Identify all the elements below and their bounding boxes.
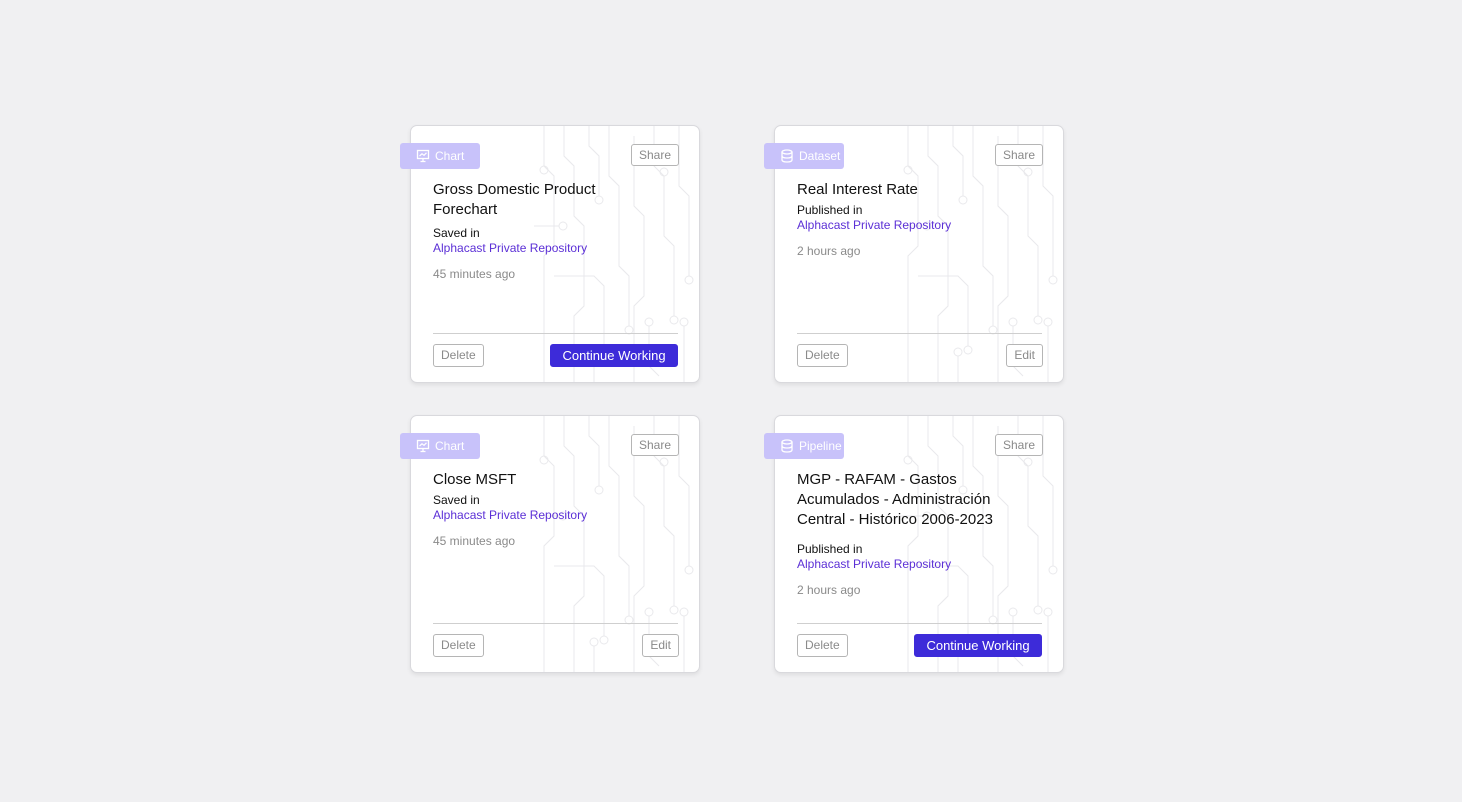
database-icon	[781, 149, 793, 163]
timestamp: 2 hours ago	[797, 583, 861, 597]
project-card[interactable]: Dataset Share Real Interest Rate Publish…	[764, 125, 1064, 383]
card-title[interactable]: Gross Domestic Product Forechart	[433, 180, 633, 220]
timestamp: 45 minutes ago	[433, 267, 516, 281]
card-title[interactable]: Close MSFT	[433, 470, 633, 490]
status-label: Saved in	[433, 493, 480, 507]
type-label: Chart	[435, 439, 465, 453]
continue-working-button[interactable]: Continue Working	[914, 634, 1042, 657]
timestamp: 2 hours ago	[797, 244, 861, 258]
chart-icon	[416, 149, 430, 163]
share-button[interactable]: Share	[994, 434, 1043, 456]
card-title[interactable]: Real Interest Rate	[797, 180, 997, 200]
card-body: Gross Domestic Product Forechart Saved i…	[433, 180, 633, 282]
repository-link[interactable]: Alphacast Private Repository	[433, 508, 633, 523]
share-button[interactable]: Share	[630, 434, 679, 456]
type-tag: Chart	[400, 143, 480, 169]
repository-link[interactable]: Alphacast Private Repository	[797, 218, 997, 233]
type-label: Dataset	[799, 149, 841, 163]
status-label: Published in	[797, 203, 863, 217]
delete-button[interactable]: Delete	[797, 634, 848, 657]
divider	[433, 623, 678, 624]
share-button[interactable]: Share	[994, 144, 1043, 166]
project-card[interactable]: Pipeline Share MGP - RAFAM - Gastos Acum…	[764, 415, 1064, 673]
divider	[433, 333, 678, 334]
card-body: MGP - RAFAM - Gastos Acumulados - Admini…	[797, 470, 1025, 598]
repository-link[interactable]: Alphacast Private Repository	[433, 241, 633, 256]
card-body: Real Interest Rate Published in Alphacas…	[797, 180, 997, 259]
delete-button[interactable]: Delete	[433, 344, 484, 367]
share-button[interactable]: Share	[630, 144, 679, 166]
card-title[interactable]: MGP - RAFAM - Gastos Acumulados - Admini…	[797, 470, 1025, 530]
type-label: Pipeline	[799, 439, 842, 453]
continue-working-button[interactable]: Continue Working	[550, 344, 678, 367]
divider	[797, 333, 1042, 334]
timestamp: 45 minutes ago	[433, 534, 516, 548]
database-icon	[781, 439, 793, 453]
delete-button[interactable]: Delete	[797, 344, 848, 367]
status-label: Published in	[797, 542, 863, 556]
type-label: Chart	[435, 149, 465, 163]
projects-grid: Chart Share Gross Domestic Product Forec…	[400, 125, 1066, 675]
status-label: Saved in	[433, 226, 480, 240]
edit-button[interactable]: Edit	[1006, 344, 1043, 367]
divider	[797, 623, 1042, 624]
type-tag: Pipeline	[764, 433, 844, 459]
project-card[interactable]: Chart Share Close MSFT Saved in Alphacas…	[400, 415, 700, 673]
type-tag: Chart	[400, 433, 480, 459]
project-card[interactable]: Chart Share Gross Domestic Product Forec…	[400, 125, 700, 383]
delete-button[interactable]: Delete	[433, 634, 484, 657]
card-body: Close MSFT Saved in Alphacast Private Re…	[433, 470, 633, 549]
repository-link[interactable]: Alphacast Private Repository	[797, 557, 1025, 572]
type-tag: Dataset	[764, 143, 844, 169]
chart-icon	[416, 439, 430, 453]
edit-button[interactable]: Edit	[642, 634, 679, 657]
